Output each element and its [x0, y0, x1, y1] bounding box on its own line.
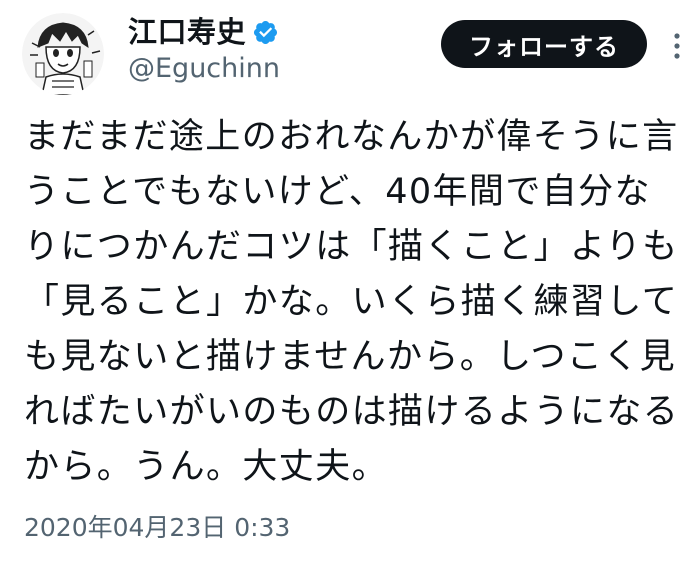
tweet-text-line: も見ないと描けませんから。しつこく見: [24, 337, 677, 377]
tweet-card: 江口寿史 @Eguchinn フォローする まだまだ途上のおれなんかが偉そうに言…: [0, 0, 687, 567]
follow-button[interactable]: フォローする: [441, 20, 647, 68]
verified-badge-icon: [253, 20, 278, 44]
tweet-text-line: まだまだ途上のおれなんかが偉そうに言: [24, 117, 679, 157]
tweet-text-line: ればたいがいのものは描けるようになる: [24, 392, 680, 432]
tweet-timestamp[interactable]: 2020年04月23日 0:33: [24, 510, 290, 546]
author-handle[interactable]: @Eguchinn: [128, 50, 280, 88]
tweet-text-line: うことでもないけど、40年間で自分な: [24, 172, 651, 212]
tweet-text-line: 「見ること」かな。いくら描く練習して: [24, 282, 679, 322]
author-name-row: 江口寿史: [128, 12, 279, 52]
tweet-text: まだまだ途上のおれなんかが偉そうに言 うことでもないけど、40年間で自分な りに…: [24, 110, 680, 495]
tweet-text-line: から。うん。大丈夫。: [24, 447, 389, 487]
avatar[interactable]: [22, 13, 104, 95]
display-name[interactable]: 江口寿史: [128, 12, 246, 52]
tweet-text-line: りにつかんだコツは「描くこと」よりも: [24, 227, 679, 267]
more-options-icon[interactable]: [668, 26, 686, 66]
manga-character-avatar: [22, 13, 104, 95]
